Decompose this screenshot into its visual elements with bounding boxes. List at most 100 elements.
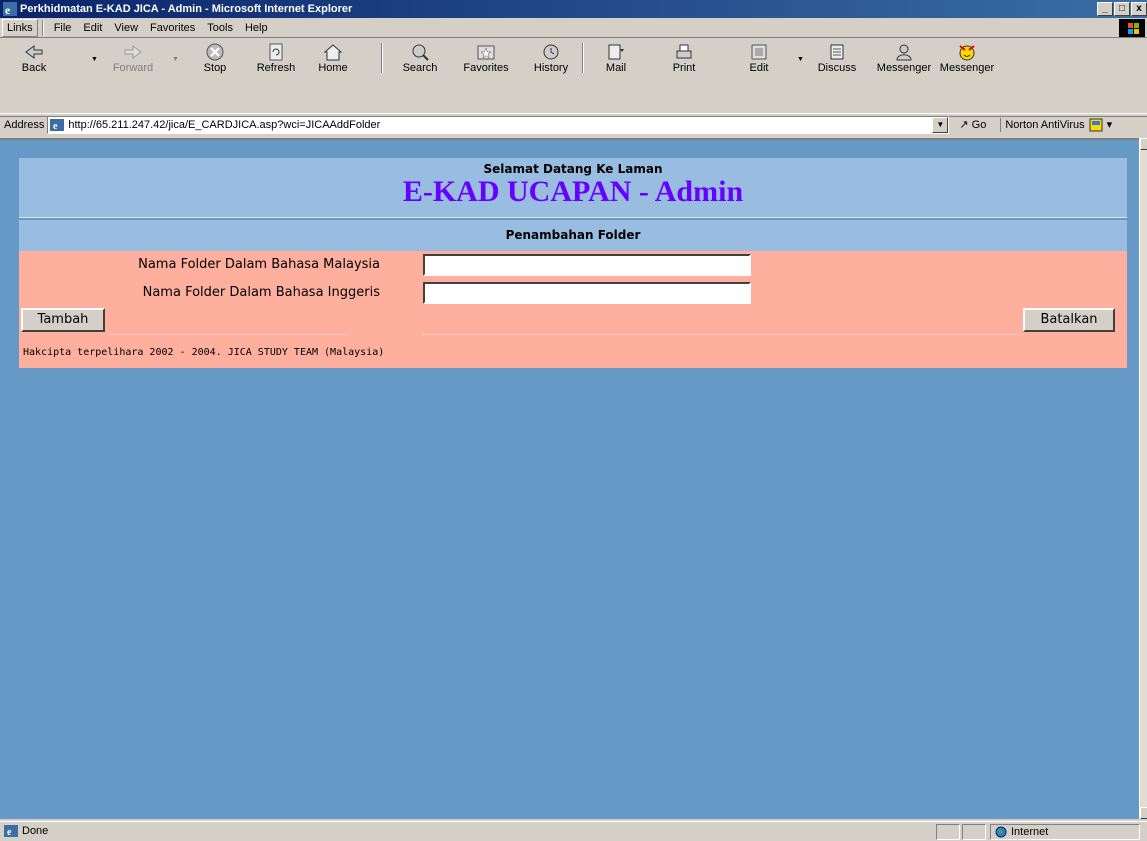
home-button[interactable]: Home bbox=[315, 41, 351, 77]
malay-folder-label: Nama Folder Dalam Bahasa Malaysia bbox=[138, 257, 380, 272]
menu-view[interactable]: View bbox=[108, 19, 144, 37]
svg-text:e: e bbox=[53, 121, 58, 131]
edit-dropdown-icon[interactable]: ▼ bbox=[797, 56, 804, 63]
address-bar: Address e http://65.211.247.42/jica/E_CA… bbox=[0, 113, 1147, 135]
edit-icon bbox=[751, 44, 767, 60]
svg-text:e: e bbox=[5, 3, 11, 16]
go-arrow-icon: ↗ bbox=[959, 119, 969, 131]
print-icon bbox=[676, 44, 692, 59]
favorites-button[interactable]: Favorites bbox=[458, 41, 514, 77]
search-label: Search bbox=[402, 62, 438, 74]
menu-bar: Links File Edit View Favorites Tools Hel… bbox=[0, 18, 1147, 38]
norton-label: Norton AntiVirus bbox=[1005, 118, 1085, 131]
search-button[interactable]: Search bbox=[396, 41, 444, 77]
globe-icon bbox=[995, 826, 1007, 838]
messenger-button[interactable]: Messenger bbox=[874, 41, 934, 77]
refresh-button[interactable]: Refresh bbox=[256, 41, 296, 77]
menu-file[interactable]: File bbox=[48, 19, 78, 37]
messenger-icon bbox=[896, 44, 912, 61]
back-arrow-icon bbox=[25, 45, 43, 59]
toolbar-separator bbox=[381, 43, 383, 73]
history-button[interactable]: History bbox=[530, 41, 572, 77]
page-content: Selamat Datang Ke Laman E-KAD UCAPAN - A… bbox=[0, 138, 1139, 819]
toolbar-separator bbox=[582, 43, 584, 73]
security-zone: Internet bbox=[990, 824, 1140, 840]
norton-dropdown-icon[interactable]: ▾ bbox=[1107, 118, 1113, 131]
history-icon bbox=[543, 44, 559, 60]
refresh-icon bbox=[269, 43, 283, 61]
status-pane bbox=[962, 824, 986, 840]
address-url: http://65.211.247.42/jica/E_CARDJICA.asp… bbox=[68, 118, 381, 131]
messenger-smiley-button[interactable]: Messenger bbox=[937, 41, 997, 77]
links-button[interactable]: Links bbox=[2, 18, 38, 37]
back-dropdown-icon[interactable]: ▼ bbox=[91, 56, 98, 63]
status-done: e Done bbox=[4, 825, 48, 837]
menu-tools[interactable]: Tools bbox=[201, 19, 239, 37]
norton-icon bbox=[1089, 118, 1103, 131]
favorites-icon bbox=[477, 45, 495, 60]
edit-label: Edit bbox=[749, 62, 769, 74]
welcome-text: Selamat Datang Ke Laman bbox=[483, 162, 663, 176]
zone-label: Internet bbox=[1011, 826, 1049, 838]
print-label: Print bbox=[672, 62, 696, 74]
refresh-label: Refresh bbox=[256, 62, 296, 74]
edit-button[interactable]: Edit bbox=[741, 41, 777, 77]
page-icon: e bbox=[50, 118, 65, 131]
mail-button[interactable]: Mail bbox=[596, 41, 636, 77]
close-button[interactable]: x bbox=[1131, 2, 1147, 16]
add-button[interactable]: Tambah bbox=[21, 308, 105, 332]
windows-logo-icon bbox=[1119, 19, 1145, 37]
history-label: History bbox=[533, 62, 569, 74]
status-pane bbox=[936, 824, 960, 840]
divider bbox=[423, 334, 1021, 335]
menu-help[interactable]: Help bbox=[239, 19, 274, 37]
forward-button[interactable]: Forward bbox=[110, 41, 156, 77]
maximize-button[interactable]: □ bbox=[1114, 2, 1130, 16]
status-text: Done bbox=[22, 825, 49, 837]
add-folder-form: Nama Folder Dalam Bahasa Malaysia Nama F… bbox=[19, 251, 1127, 368]
forward-dropdown-icon[interactable]: ▼ bbox=[172, 56, 179, 63]
address-label: Address bbox=[4, 118, 45, 131]
minimize-button[interactable]: _ bbox=[1097, 2, 1113, 16]
forward-label: Forward bbox=[112, 62, 154, 74]
page-header: Selamat Datang Ke Laman E-KAD UCAPAN - A… bbox=[19, 158, 1127, 218]
discuss-button[interactable]: Discuss bbox=[815, 41, 859, 77]
home-label: Home bbox=[318, 62, 348, 74]
address-dropdown-icon[interactable]: ▼ bbox=[932, 116, 949, 133]
menu-separator bbox=[41, 19, 44, 36]
go-label: Go bbox=[971, 119, 987, 131]
discuss-icon bbox=[830, 44, 844, 60]
stop-icon bbox=[206, 43, 224, 61]
search-icon bbox=[412, 44, 429, 61]
scroll-up-arrow-icon[interactable] bbox=[1140, 138, 1147, 150]
menu-edit[interactable]: Edit bbox=[77, 19, 108, 37]
back-button[interactable]: Back bbox=[14, 41, 54, 77]
english-folder-input[interactable] bbox=[423, 282, 751, 304]
scroll-down-arrow-icon[interactable] bbox=[1140, 807, 1147, 819]
stop-button[interactable]: Stop bbox=[197, 41, 233, 77]
norton-antivirus-button[interactable]: Norton AntiVirus ▾ bbox=[1000, 117, 1113, 132]
mail-label: Mail bbox=[605, 62, 627, 74]
mail-icon bbox=[608, 44, 624, 60]
forward-arrow-icon bbox=[124, 45, 142, 59]
vertical-scrollbar[interactable] bbox=[1139, 138, 1147, 819]
messenger-smiley-icon bbox=[959, 45, 975, 61]
form-row-malay: Nama Folder Dalam Bahasa Malaysia bbox=[19, 254, 1127, 276]
address-input[interactable]: e http://65.211.247.42/jica/E_CARDJICA.a… bbox=[47, 115, 950, 134]
malay-folder-input[interactable] bbox=[423, 254, 751, 276]
favorites-label: Favorites bbox=[463, 62, 509, 74]
stop-label: Stop bbox=[203, 62, 227, 74]
menu-favorites[interactable]: Favorites bbox=[144, 19, 201, 37]
back-label: Back bbox=[21, 62, 47, 74]
print-button[interactable]: Print bbox=[664, 41, 704, 77]
messenger-label: Messenger bbox=[876, 62, 932, 74]
go-button[interactable]: ↗ Go bbox=[955, 118, 990, 131]
english-folder-label: Nama Folder Dalam Bahasa Inggeris bbox=[142, 285, 380, 300]
page-done-icon: e bbox=[4, 825, 18, 837]
cancel-button[interactable]: Batalkan bbox=[1023, 308, 1115, 332]
copyright-text: Hakcipta terpelihara 2002 - 2004. JICA S… bbox=[23, 347, 385, 358]
status-bar: e Done Internet bbox=[0, 821, 1147, 841]
ie-icon: e bbox=[3, 2, 17, 16]
messenger-smiley-label: Messenger bbox=[939, 62, 995, 74]
svg-text:e: e bbox=[7, 827, 12, 837]
